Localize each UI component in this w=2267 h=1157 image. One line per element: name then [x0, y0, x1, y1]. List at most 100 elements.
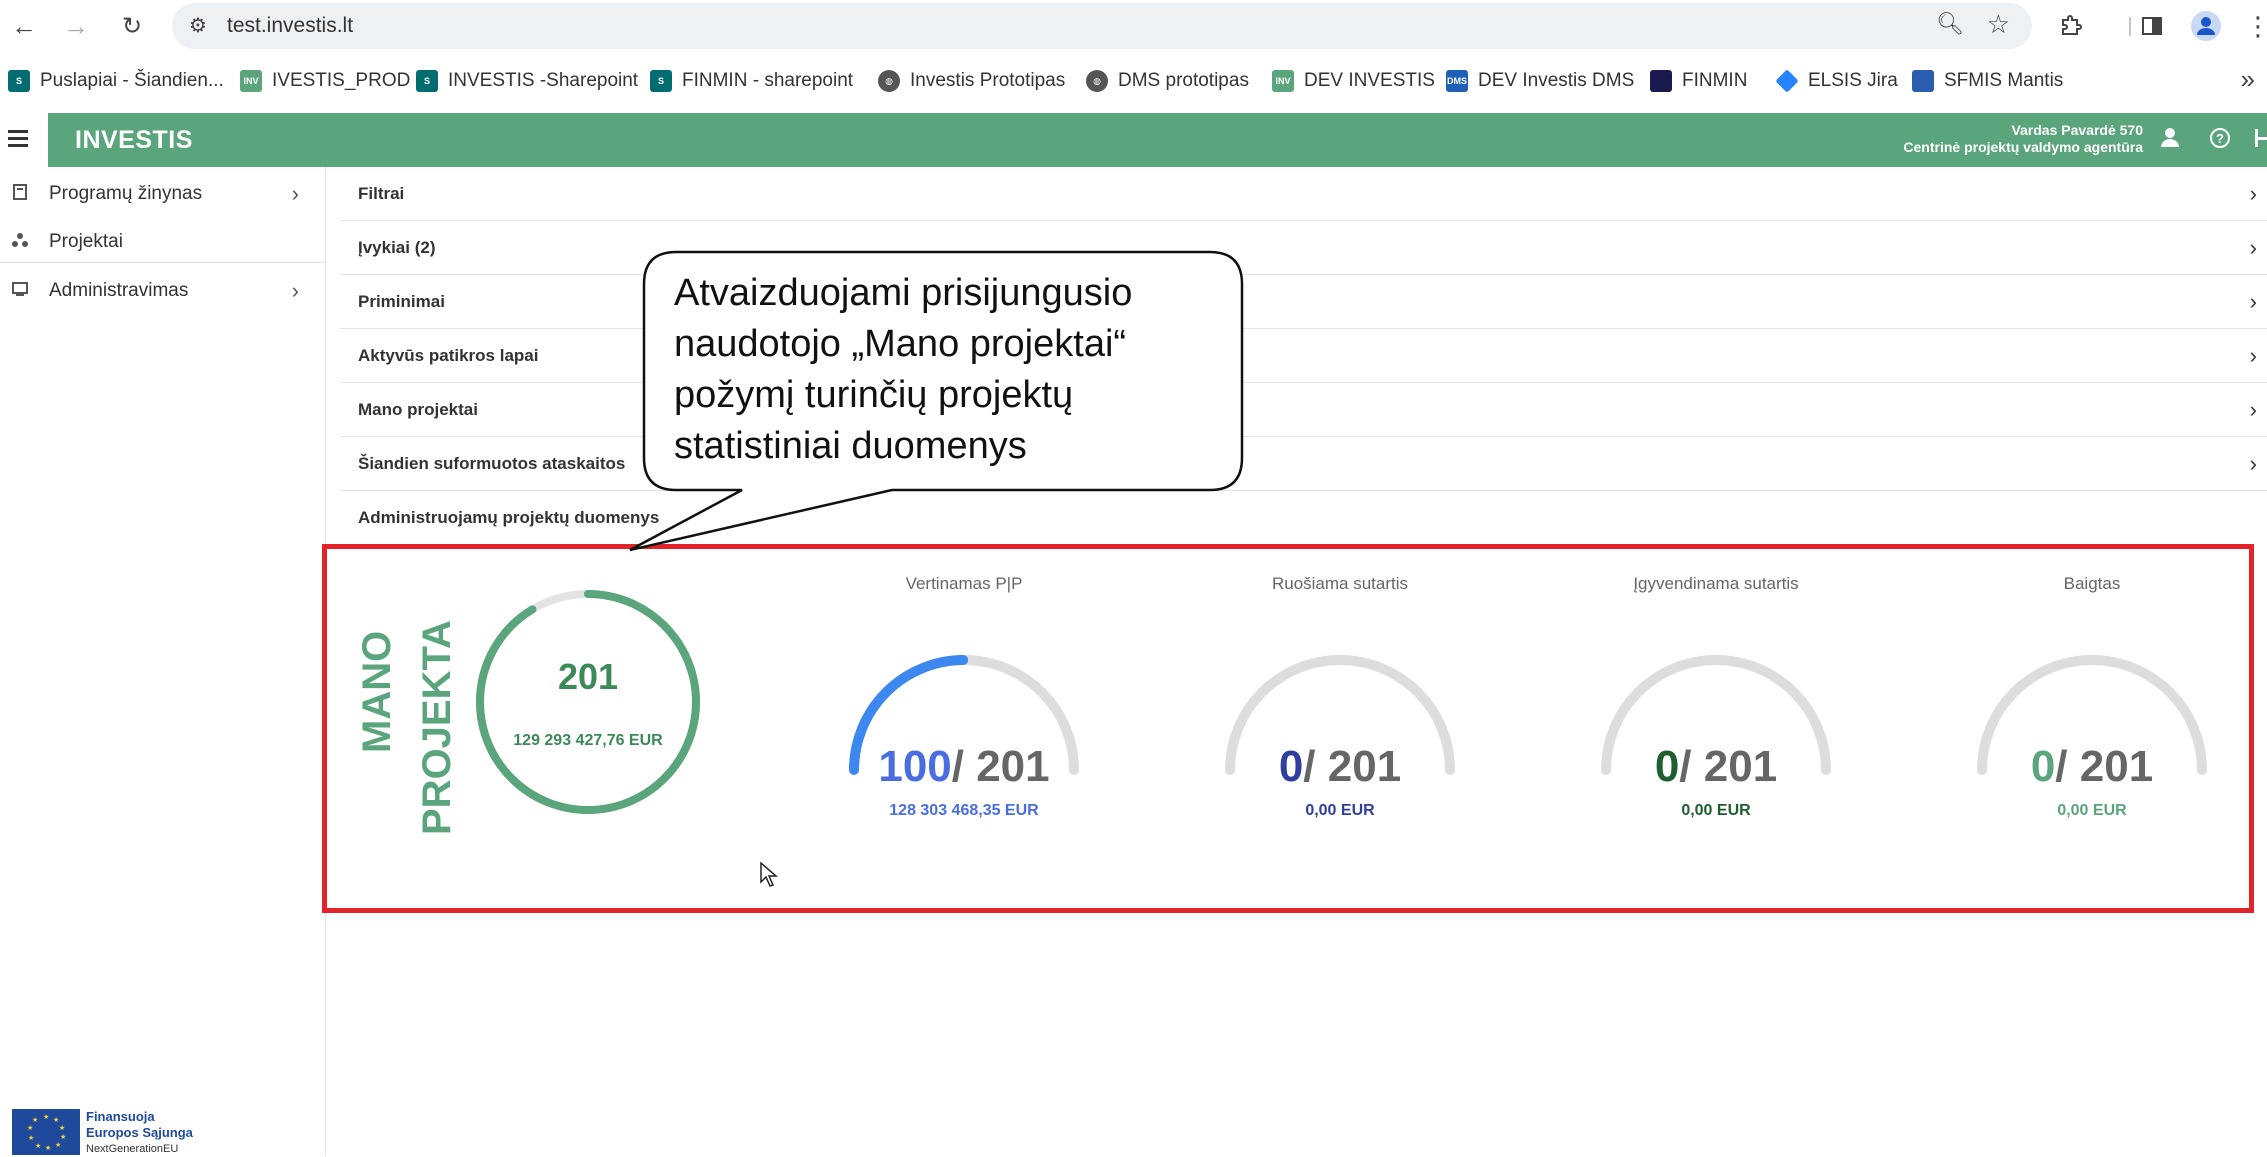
donut-progress-arc — [476, 590, 700, 814]
accordion-priminimai[interactable]: Priminimai › — [340, 275, 2267, 329]
sidebar-item-label: Projektai — [49, 231, 123, 252]
bookmark-item[interactable]: S Puslapiai - Šiandien... — [8, 68, 224, 94]
jira-icon — [1775, 69, 1799, 93]
sidebar-item-projektai[interactable]: Projektai — [0, 218, 325, 266]
globe-icon: ◍ — [1086, 70, 1108, 92]
chevron-right-icon: › — [291, 181, 299, 206]
bookmark-item[interactable]: FINMIN — [1650, 68, 1747, 94]
accordion-label: Įvykiai (2) — [358, 237, 436, 257]
user-name: Vardas Pavardė 570 — [2011, 122, 2143, 138]
book-icon — [11, 183, 29, 205]
globe-icon: ◍ — [878, 70, 900, 92]
gauge-title: Ruošiama sutartis — [1271, 574, 1409, 593]
zoom-icon[interactable]: 🔍︎ — [1936, 11, 1964, 37]
browser-toolbar: ← → ↻ ⚙ test.investis.lt 🔍︎ ☆ | ⋮ — [0, 0, 2267, 52]
address-bar[interactable]: ⚙ test.investis.lt 🔍︎ ☆ — [172, 3, 2032, 49]
extensions-icon[interactable] — [2053, 8, 2089, 44]
bookmark-item[interactable]: ELSIS Jira — [1775, 68, 1898, 94]
chevron-right-icon: › — [2249, 289, 2257, 314]
site-settings-icon[interactable]: ⚙ — [184, 12, 212, 40]
browser-menu-icon[interactable]: ⋮ — [2240, 8, 2267, 44]
bookmark-star-icon[interactable]: ☆ — [1987, 9, 2010, 40]
accordion-siandien-ataskaitos[interactable]: Šiandien suformuotos ataskaitos › — [340, 437, 2267, 491]
accordion-label: Šiandien suformuotos ataskaitos — [358, 453, 626, 473]
header-bar: INVESTIS Vardas Pavardė 570 Centrinė pro… — [48, 113, 2267, 167]
bookmark-item[interactable]: ◍ DMS prototipas — [1086, 68, 1249, 94]
bookmark-item[interactable]: ◍ Investis Prototipas — [878, 68, 1065, 94]
accordion-administruojamu-projektu-duomenys[interactable]: Administruojamų projektų duomenys — [340, 491, 2267, 545]
more-bookmarks-icon[interactable]: » — [2241, 64, 2255, 95]
gauge-title: Įgyvendinama sutartis — [1633, 574, 1799, 593]
bookmark-item[interactable]: S INVESTIS -Sharepoint — [416, 68, 638, 94]
gauge-total: / 201 — [951, 742, 1050, 791]
mano-projektai-title: MANO PROJEKTAI — [352, 620, 472, 840]
gauge-title: Vertinamas P|P — [905, 574, 1023, 593]
app-header: INVESTIS Vardas Pavardė 570 Centrinė pro… — [0, 113, 2267, 167]
sidebar-item-administravimas[interactable]: Administravimas › — [0, 267, 325, 315]
accordion-label: Filtrai — [358, 183, 405, 203]
sidebar-item-label: Programų žinynas — [49, 183, 203, 204]
side-panel-icon[interactable] — [2134, 8, 2170, 44]
finmin-icon — [1650, 70, 1672, 92]
forward-icon[interactable]: → — [58, 8, 94, 44]
sharepoint-icon: S — [8, 70, 30, 92]
gauge-ruosiama-sutartis: Ruošiama sutartis 0/ 201 0,00 EUR — [1160, 570, 1520, 840]
bookmark-item[interactable]: DMS DEV Investis DMS — [1446, 68, 1634, 94]
total-project-sum: 129 293 427,76 EUR — [513, 732, 663, 749]
bookmark-item[interactable]: INV DEV INVESTIS — [1272, 68, 1435, 94]
sidebar: Programų žinynas › Projektai Administrav… — [0, 167, 326, 1156]
gauge-sum: 0,00 EUR — [1305, 802, 1375, 819]
gauge-value: 0 — [2030, 742, 2056, 791]
gauge-count: 0/ 201 — [1536, 742, 1896, 792]
gauge-value: 0 — [1654, 742, 1680, 791]
bookmark-item[interactable]: INV IVESTIS_PROD — [240, 68, 410, 94]
sidebar-item-programu-zinynas[interactable]: Programų žinynas › — [0, 170, 325, 218]
gauge-baigtas: Baigtas 0/ 201 0,00 EUR — [1912, 570, 2267, 840]
gauge-vertinamas: Vertinamas P|P 100/ 201 128 303 468,35 E… — [784, 570, 1144, 840]
gauge-value: 100 — [878, 742, 952, 791]
sidebar-item-label: Administravimas — [49, 280, 189, 301]
title-line-mano: MANO — [355, 631, 399, 753]
admin-icon — [11, 281, 29, 302]
accordion-aktyvus-patikros-lapai[interactable]: Aktyvūs patikros lapai › — [340, 329, 2267, 383]
accordion-label: Priminimai — [358, 291, 445, 311]
bookmark-item[interactable]: SFMIS Mantis — [1912, 68, 2063, 94]
gauge-count: 0/ 201 — [1912, 742, 2267, 792]
app-logo[interactable]: INVESTIS — [75, 126, 193, 155]
dms-icon: DMS — [1446, 70, 1468, 92]
user-organization: Centrinė projektų valdymo agentūra — [1903, 139, 2143, 155]
svg-text:?: ? — [2216, 131, 2224, 146]
gauge-value: 0 — [1278, 742, 1304, 791]
accordion-mano-projektai[interactable]: Mano projektai › — [340, 383, 2267, 437]
accordion-ivykiai[interactable]: Įvykiai (2) › — [340, 221, 2267, 275]
reload-icon[interactable]: ↻ — [114, 8, 150, 44]
user-profile-icon[interactable] — [2157, 127, 2183, 153]
total-project-count: 201 — [557, 656, 619, 697]
user-info: Vardas Pavardė 570 Centrinė projektų val… — [1903, 122, 2143, 156]
accordion-label: Mano projektai — [358, 399, 478, 419]
logout-icon[interactable] — [2249, 127, 2267, 153]
sharepoint-icon: S — [650, 70, 672, 92]
bookmarks-bar: S Puslapiai - Šiandien... INV IVESTIS_PROD… — [0, 58, 2267, 104]
help-icon[interactable]: ? — [2207, 127, 2233, 153]
mantis-icon — [1912, 70, 1934, 92]
chevron-right-icon: › — [291, 278, 299, 303]
gauge-total: / 201 — [2055, 742, 2154, 791]
gauge-count: 0/ 201 — [1160, 742, 1520, 792]
annotation-callout: Atvaizduojami prisijungusio naudotojo „M… — [629, 250, 1244, 552]
eu-funding-text: Finansuoja Europos Sąjunga NextGeneratio… — [86, 1109, 193, 1155]
url-text: test.investis.lt — [227, 14, 354, 37]
accordion-label: Administruojamų projektų duomenys — [358, 508, 660, 527]
gauge-count: 100/ 201 — [784, 742, 1144, 792]
callout-text: Atvaizduojami prisijungusio naudotojo „M… — [674, 272, 1133, 467]
gauge-total: / 201 — [1679, 742, 1778, 791]
inv-icon: INV — [240, 70, 262, 92]
bookmark-item[interactable]: S FINMIN - sharepoint — [650, 68, 853, 94]
hamburger-menu-icon[interactable] — [8, 126, 32, 154]
profile-avatar-icon[interactable] — [2188, 8, 2224, 44]
accordion-filtrai[interactable]: Filtrai › — [340, 167, 2267, 221]
title-line-projektai: PROJEKTAI — [415, 620, 459, 835]
total-projects-donut: 201 129 293 427,76 EUR — [470, 584, 706, 820]
back-icon[interactable]: ← — [6, 8, 42, 44]
chevron-right-icon: › — [2249, 451, 2257, 476]
